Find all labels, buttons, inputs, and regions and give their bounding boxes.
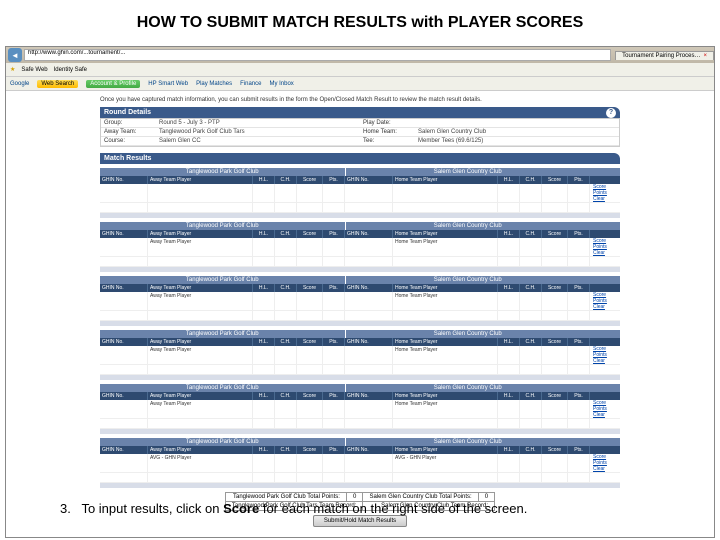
val-home: Salem Glen Country Club <box>415 128 619 136</box>
away-team-subhead: Tanglewood Park Golf Club <box>100 222 345 230</box>
bm-google[interactable]: Google <box>10 81 29 87</box>
bm-hp[interactable]: HP Smart Web <box>148 81 188 87</box>
bm-finance[interactable]: Finance <box>240 81 261 87</box>
tab-title: Tournament Pairing Proces… <box>622 53 700 59</box>
toolbar: ★ Safe Web Identity Safe <box>6 63 714 77</box>
lbl-playdate: Play Date: <box>360 119 415 127</box>
page-content: Once you have captured match information… <box>6 91 714 537</box>
submit-results-button[interactable]: Submit/Hold Match Results <box>313 515 407 527</box>
round-details-grid: Group:Round 5 - July 3 - PTP Play Date: … <box>100 118 620 147</box>
away-team-subhead: Tanglewood Park Golf Club <box>100 330 345 338</box>
clear-link[interactable]: Clear <box>593 304 605 310</box>
match-block: Tanglewood Park Golf Club Salem Glen Cou… <box>100 168 620 218</box>
favorites-icon[interactable]: ★ <box>10 66 15 73</box>
close-tab-icon[interactable]: × <box>703 53 707 59</box>
bm-play[interactable]: Play Matches <box>196 81 232 87</box>
back-button[interactable]: ◄ <box>8 48 22 62</box>
instruction-text: Once you have captured match information… <box>100 97 620 103</box>
player-row: Away Team Player Home Team Player Score … <box>100 292 620 311</box>
match-block: Tanglewood Park Golf Club Salem Glen Cou… <box>100 276 620 326</box>
val-playdate <box>415 119 619 127</box>
lbl-home: Home Team: <box>360 128 415 136</box>
column-headers: GHIN No. Away Team Player H.L. C.H. Scor… <box>100 284 620 292</box>
bm-inbox[interactable]: My Inbox <box>269 81 293 87</box>
match-results-header: Match Results <box>100 153 620 164</box>
val-course: Salem Glen CC <box>156 137 360 145</box>
safe-web-label: Safe Web <box>21 67 47 73</box>
away-team-subhead: Tanglewood Park Golf Club <box>100 168 345 176</box>
player-row: AVG - GHN Player AVG - GHN Player Score … <box>100 454 620 473</box>
lbl-away: Away Team: <box>101 128 156 136</box>
page-title: HOW TO SUBMIT MATCH RESULTS with PLAYER … <box>0 0 720 46</box>
home-team-subhead: Salem Glen Country Club <box>345 222 591 230</box>
footer-instruction: 3. To input results, click on Score for … <box>60 501 680 516</box>
lbl-course: Course: <box>101 137 156 145</box>
player-row <box>100 473 620 483</box>
match-block: Tanglewood Park Golf Club Salem Glen Cou… <box>100 438 620 488</box>
clear-link[interactable]: Clear <box>593 466 605 472</box>
lbl-group: Group: <box>101 119 156 127</box>
clear-link[interactable]: Clear <box>593 412 605 418</box>
val-group: Round 5 - July 3 - PTP <box>156 119 360 127</box>
browser-window: ◄ http://www.ghin.com/...tournament/... … <box>5 46 715 538</box>
help-icon[interactable]: ? <box>606 108 616 118</box>
browser-tab[interactable]: Tournament Pairing Proces… × <box>615 51 714 60</box>
home-team-subhead: Salem Glen Country Club <box>345 384 591 392</box>
round-details-header: Round Details ? <box>100 107 620 118</box>
val-away: Tanglewood Park Golf Club Tars <box>156 128 360 136</box>
identity-safe-label: Identity Safe <box>54 67 87 73</box>
bm-search[interactable]: Web Search <box>37 80 78 88</box>
step-number: 3. <box>60 501 71 516</box>
player-row <box>100 365 620 375</box>
player-row: Away Team Player Home Team Player Score … <box>100 400 620 419</box>
home-team-subhead: Salem Glen Country Club <box>345 276 591 284</box>
bookmarks-bar: Google Web Search Account & Profile HP S… <box>6 77 714 91</box>
home-team-subhead: Salem Glen Country Club <box>345 330 591 338</box>
player-row: Score Points Clear <box>100 184 620 203</box>
column-headers: GHIN No. Away Team Player H.L. C.H. Scor… <box>100 230 620 238</box>
browser-tab-strip: ◄ http://www.ghin.com/...tournament/... … <box>6 47 714 63</box>
match-block: Tanglewood Park Golf Club Salem Glen Cou… <box>100 330 620 380</box>
lbl-tee: Tee: <box>360 137 415 145</box>
match-block: Tanglewood Park Golf Club Salem Glen Cou… <box>100 384 620 434</box>
player-row: Away Team Player Home Team Player Score … <box>100 346 620 365</box>
column-headers: GHIN No. Away Team Player H.L. C.H. Scor… <box>100 392 620 400</box>
player-row: Away Team Player Home Team Player Score … <box>100 238 620 257</box>
player-row <box>100 203 620 213</box>
player-row <box>100 257 620 267</box>
clear-link[interactable]: Clear <box>593 250 605 256</box>
away-team-subhead: Tanglewood Park Golf Club <box>100 276 345 284</box>
away-team-subhead: Tanglewood Park Golf Club <box>100 384 345 392</box>
home-team-subhead: Salem Glen Country Club <box>345 438 591 446</box>
address-bar[interactable]: http://www.ghin.com/...tournament/... <box>24 49 611 61</box>
player-row <box>100 311 620 321</box>
val-tee: Member Tees (69.6/125) <box>415 137 619 145</box>
clear-link[interactable]: Clear <box>593 196 605 202</box>
match-block: Tanglewood Park Golf Club Salem Glen Cou… <box>100 222 620 272</box>
column-headers: GHIN No. Away Team Player H.L. C.H. Scor… <box>100 446 620 454</box>
player-row <box>100 419 620 429</box>
column-headers: GHIN No. Away Team Player H.L. C.H. Scor… <box>100 176 620 184</box>
clear-link[interactable]: Clear <box>593 358 605 364</box>
bm-account[interactable]: Account & Profile <box>86 80 140 88</box>
home-team-subhead: Salem Glen Country Club <box>345 168 591 176</box>
column-headers: GHIN No. Away Team Player H.L. C.H. Scor… <box>100 338 620 346</box>
away-team-subhead: Tanglewood Park Golf Club <box>100 438 345 446</box>
